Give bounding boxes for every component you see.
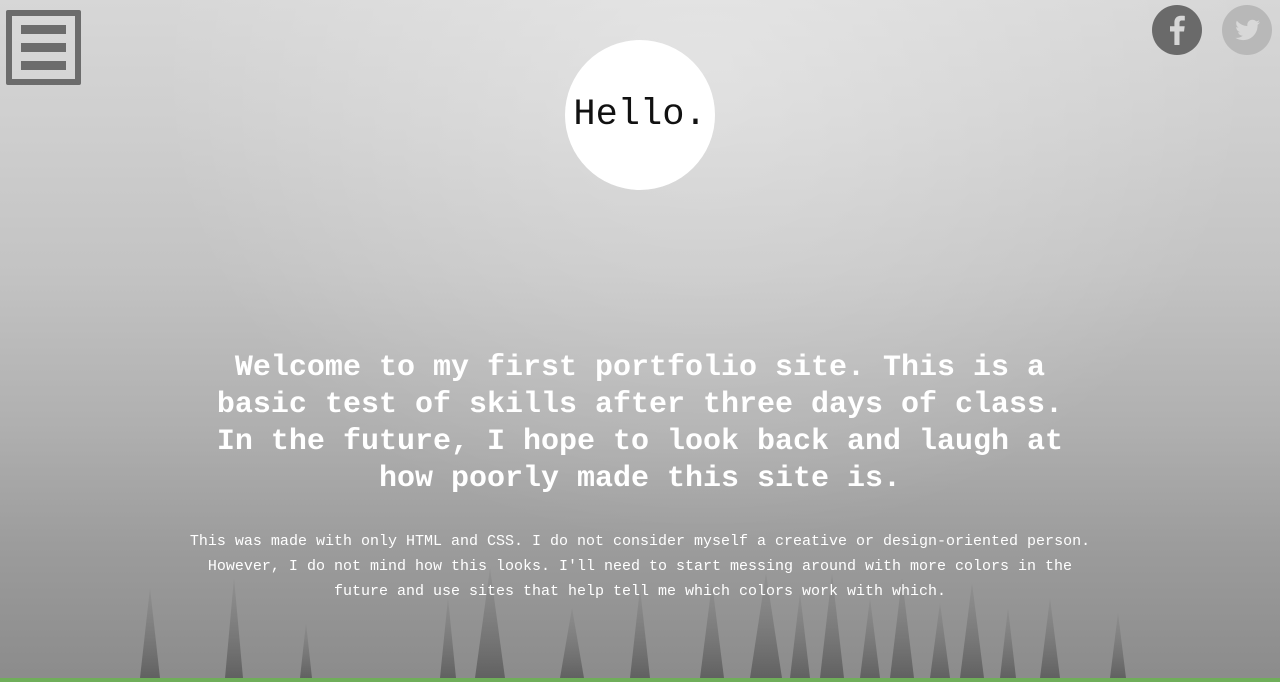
welcome-headline: Welcome to my first portfolio site. This… xyxy=(216,351,1064,496)
facebook-icon xyxy=(1170,15,1185,45)
hamburger-menu-icon xyxy=(21,25,66,70)
intro-paragraph: This was made with only HTML and CSS. I … xyxy=(189,533,1091,600)
twitter-icon xyxy=(1235,19,1261,41)
twitter-link[interactable] xyxy=(1222,5,1272,55)
bottom-strip xyxy=(0,678,1280,682)
greeting-text: Hello. xyxy=(573,94,707,136)
greeting-circle: Hello. xyxy=(565,40,715,190)
facebook-link[interactable] xyxy=(1152,5,1202,55)
menu-button[interactable] xyxy=(6,10,81,85)
